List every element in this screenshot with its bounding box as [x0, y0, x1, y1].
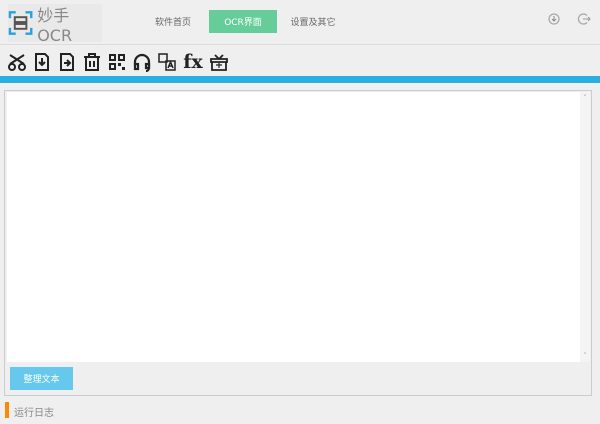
app-logo: 妙手OCR: [8, 4, 102, 45]
screenshot-icon[interactable]: [6, 50, 28, 74]
tab-ocr[interactable]: OCR界面: [209, 10, 277, 33]
tab-home[interactable]: 软件首页: [148, 10, 198, 33]
headphones-icon[interactable]: [131, 50, 153, 74]
tidy-text-button[interactable]: 整理文本: [10, 367, 73, 390]
log-marker: [5, 402, 9, 418]
app-title: 妙手OCR: [37, 5, 73, 45]
logout-icon[interactable]: [577, 12, 591, 26]
toolbar: fx: [6, 50, 230, 76]
scroll-up-icon[interactable]: ˄: [580, 94, 590, 102]
ocr-result-textarea[interactable]: [7, 92, 580, 362]
export-icon[interactable]: [56, 50, 78, 74]
translate-icon[interactable]: [156, 50, 178, 74]
logo-icon: [8, 11, 33, 35]
log-title: 运行日志: [14, 408, 54, 419]
tab-settings[interactable]: 设置及其它: [284, 10, 342, 33]
accent-bar: [0, 76, 600, 83]
delete-icon[interactable]: [81, 50, 103, 74]
vertical-scrollbar[interactable]: ˄ ˅: [580, 92, 590, 362]
header-divider: [0, 44, 600, 45]
download-circle-icon[interactable]: [547, 12, 561, 26]
scroll-down-icon[interactable]: ˅: [580, 352, 590, 360]
formula-icon[interactable]: fx: [181, 50, 205, 74]
gift-icon[interactable]: [208, 50, 230, 74]
import-icon[interactable]: [31, 50, 53, 74]
qrcode-icon[interactable]: [106, 50, 128, 74]
